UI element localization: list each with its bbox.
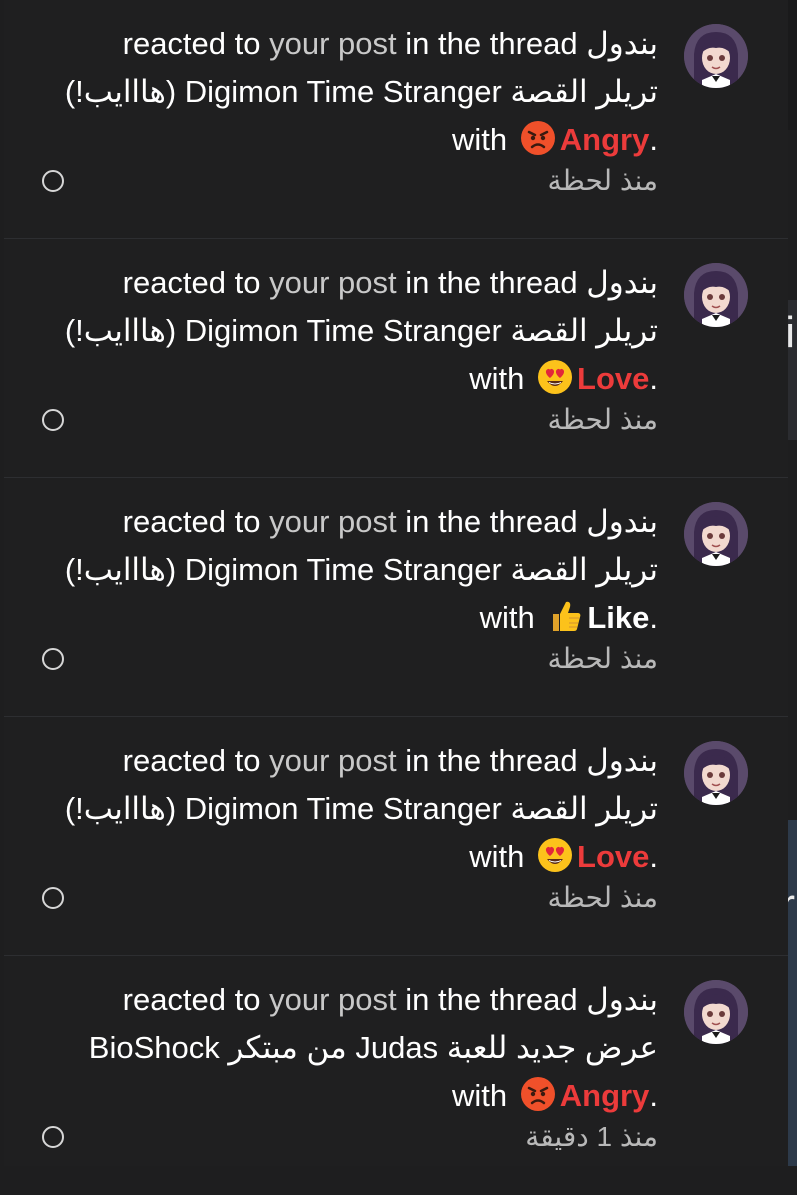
mark-read-toggle[interactable]: [42, 887, 64, 909]
user-avatar[interactable]: [684, 502, 748, 566]
heart-eyes-emoji-icon: [533, 838, 577, 874]
thread-title-link[interactable]: تريلر القصة Digimon Time Stranger (هاااي…: [18, 546, 658, 594]
post-link[interactable]: your post: [269, 26, 397, 61]
thread-prefix: in the thread: [405, 26, 578, 61]
thread-title-link[interactable]: تريلر القصة Digimon Time Stranger (هاااي…: [18, 68, 658, 116]
user-avatar[interactable]: [684, 980, 748, 1044]
notification-time: منذ لحظة: [547, 165, 658, 196]
with-text: with: [479, 600, 535, 635]
action-text: reacted to: [122, 982, 261, 1017]
with-text: with: [452, 1078, 508, 1113]
post-link[interactable]: your post: [269, 265, 397, 300]
notification-text: بندول reacted to your post in the thread…: [18, 976, 658, 1120]
username-link[interactable]: بندول: [586, 982, 658, 1017]
thread-prefix: in the thread: [405, 265, 578, 300]
username-link[interactable]: بندول: [586, 743, 658, 778]
notification-text: بندول reacted to your post in the thread…: [18, 737, 658, 881]
action-text: reacted to: [122, 26, 261, 61]
notification-text: بندول reacted to your post in the thread…: [18, 259, 658, 403]
notification-text: بندول reacted to your post in the thread…: [18, 498, 658, 642]
notification-time: منذ لحظة: [547, 643, 658, 674]
reaction-label: Like: [587, 600, 650, 635]
reaction-label: Angry: [559, 1078, 650, 1113]
reaction-label: Angry: [559, 122, 650, 157]
with-text: with: [469, 839, 525, 874]
thread-prefix: in the thread: [405, 743, 578, 778]
username-link[interactable]: بندول: [586, 265, 658, 300]
mark-read-toggle[interactable]: [42, 1126, 64, 1148]
notification-time: منذ لحظة: [547, 882, 658, 913]
thread-prefix: in the thread: [405, 504, 578, 539]
username-link[interactable]: بندول: [586, 26, 658, 61]
thread-title-link[interactable]: تريلر القصة Digimon Time Stranger (هاااي…: [18, 307, 658, 355]
heart-eyes-emoji-icon: [533, 360, 577, 396]
action-text: reacted to: [122, 504, 261, 539]
action-text: reacted to: [122, 743, 261, 778]
action-text: reacted to: [122, 265, 261, 300]
user-avatar[interactable]: [684, 24, 748, 88]
mark-read-toggle[interactable]: [42, 170, 64, 192]
post-link[interactable]: your post: [269, 743, 397, 778]
notification-item[interactable]: بندول reacted to your post in the thread…: [4, 0, 788, 239]
notifications-panel: بندول reacted to your post in the thread…: [4, 0, 788, 1166]
notification-item[interactable]: بندول reacted to your post in the thread…: [4, 956, 788, 1195]
user-avatar[interactable]: [684, 263, 748, 327]
mark-read-toggle[interactable]: [42, 409, 64, 431]
user-avatar[interactable]: [684, 741, 748, 805]
angry-face-emoji-icon: [516, 121, 560, 157]
post-link[interactable]: your post: [269, 982, 397, 1017]
thumbs-up-emoji-icon: [543, 600, 587, 635]
notification-item[interactable]: بندول reacted to your post in the thread…: [4, 239, 788, 478]
reaction-label: Love: [577, 839, 650, 874]
with-text: with: [469, 361, 525, 396]
reaction-label: Love: [577, 361, 650, 396]
thread-title-link[interactable]: عرض جديد للعبة Judas من مبتكر BioShock: [18, 1024, 658, 1072]
thread-prefix: in the thread: [405, 982, 578, 1017]
thread-title-link[interactable]: تريلر القصة Digimon Time Stranger (هاااي…: [18, 785, 658, 833]
notification-time: منذ 1 دقيقة: [525, 1121, 658, 1152]
angry-face-emoji-icon: [516, 1077, 560, 1113]
notification-text: بندول reacted to your post in the thread…: [18, 20, 658, 164]
notification-item[interactable]: بندول reacted to your post in the thread…: [4, 717, 788, 956]
username-link[interactable]: بندول: [586, 504, 658, 539]
with-text: with: [452, 122, 508, 157]
post-link[interactable]: your post: [269, 504, 397, 539]
notification-item[interactable]: بندول reacted to your post in the thread…: [4, 478, 788, 717]
notification-time: منذ لحظة: [547, 404, 658, 435]
mark-read-toggle[interactable]: [42, 648, 64, 670]
